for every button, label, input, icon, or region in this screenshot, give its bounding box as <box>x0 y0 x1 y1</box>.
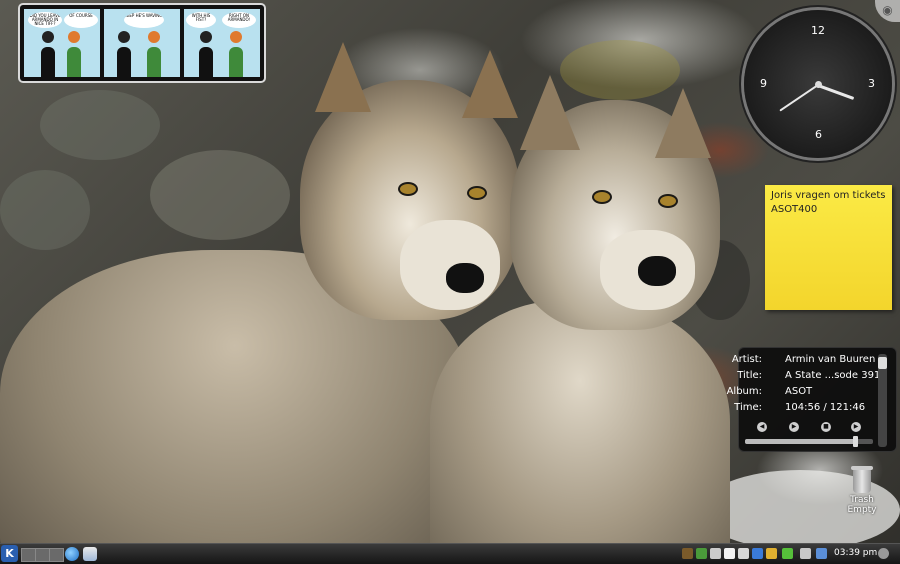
comic-character-head <box>200 31 212 43</box>
sticky-note-widget[interactable]: Joris vragen om tickets ASOT400 <box>765 185 892 310</box>
trash-label: Trash <box>850 495 874 505</box>
tray-network-icon[interactable] <box>696 548 707 559</box>
speech-bubble: BEEP HE'S WAVING! <box>124 12 164 28</box>
comic-character <box>147 47 161 77</box>
wolf-right-nose <box>638 256 676 286</box>
time-row: Time: 104:56 / 121:46 <box>734 401 879 415</box>
comic-character-head <box>230 31 242 43</box>
kmenu-button[interactable]: K <box>1 545 18 562</box>
wolf-right-eye <box>658 194 678 208</box>
comic-panel: BEEP HE'S WAVING! <box>104 9 180 77</box>
clock-numeral-3: 3 <box>868 77 875 90</box>
comic-character <box>117 47 131 77</box>
clock-numeral-12: 12 <box>811 24 825 37</box>
artist-value: Armin van Buuren <box>785 354 876 365</box>
stop-button[interactable]: ■ <box>821 422 831 432</box>
album-value: ASOT <box>785 386 813 397</box>
rock-patch <box>0 170 90 250</box>
wolf-left-ear <box>315 42 371 112</box>
toolbox-icon: ◉ <box>882 3 893 17</box>
next-button[interactable]: ▶ <box>851 422 861 432</box>
play-button[interactable]: ▶ <box>789 422 799 432</box>
comic-character-head <box>148 31 160 43</box>
tray-display-icon[interactable] <box>800 548 811 559</box>
wolf-right-ear <box>655 88 711 158</box>
next-icon: ▶ <box>853 423 859 430</box>
trash-status: Empty <box>847 505 877 515</box>
progress-fill <box>745 439 856 444</box>
artist-row: Artist: Armin van Buuren <box>732 353 879 367</box>
comic-strip-widget[interactable]: DID YOU LEAVE ARMANDO IN NICE TIFF? OF C… <box>20 5 264 81</box>
comic-character <box>67 47 81 77</box>
comic-character-head <box>42 31 54 43</box>
clock-center-pin <box>815 81 822 88</box>
wolf-left-muzzle <box>400 220 500 310</box>
title-row: Title: A State ...sode 391 <box>737 369 881 383</box>
wolf-right-ear <box>520 75 580 150</box>
tray-power-icon[interactable] <box>766 548 777 559</box>
volume-handle[interactable] <box>878 357 887 369</box>
clock-minute-hand <box>779 84 819 112</box>
wolf-right-eye <box>592 190 612 204</box>
speech-bubble: WITH HIS FIST? <box>186 12 216 28</box>
tray-computer-icon[interactable] <box>816 548 827 559</box>
title-label: Title: <box>737 370 762 381</box>
taskbar: K 03:39 pm <box>0 543 900 564</box>
album-row: Album: ASOT <box>727 385 879 399</box>
pager-desktop-1[interactable] <box>21 548 36 562</box>
note-line: Joris vragen om tickets <box>771 190 886 201</box>
comic-panel: WITH HIS FIST? RIGHT ON ARMANDO! <box>184 9 260 77</box>
track-progress-slider[interactable] <box>745 436 873 447</box>
volume-slider[interactable] <box>878 354 887 447</box>
wolf-left-eye <box>398 182 418 196</box>
tray-update-icon[interactable] <box>752 548 763 559</box>
progress-handle[interactable] <box>853 436 859 447</box>
taskbar-clock[interactable]: 03:39 pm <box>834 548 877 558</box>
tray-package-icon[interactable] <box>682 548 693 559</box>
tray-clipboard-icon[interactable] <box>724 548 735 559</box>
analog-clock-widget[interactable]: 12 3 6 9 <box>744 10 892 158</box>
comic-character-head <box>118 31 130 43</box>
previous-icon: ◀ <box>759 423 765 430</box>
rock-patch <box>150 150 290 240</box>
play-icon: ▶ <box>791 423 797 430</box>
tray-panel-toolbox-icon[interactable] <box>878 548 889 559</box>
speech-bubble: RIGHT ON ARMANDO! <box>222 12 256 28</box>
time-value: 104:56 / 121:46 <box>785 402 866 413</box>
pager-desktop-3[interactable] <box>49 548 64 562</box>
wolf-right-body <box>430 300 730 563</box>
clock-hour-hand <box>817 84 855 100</box>
clock-numeral-6: 6 <box>815 128 822 141</box>
browser-launcher-icon[interactable] <box>65 547 79 561</box>
comic-character <box>229 47 243 77</box>
comic-character <box>41 47 55 77</box>
rock-patch <box>40 90 160 160</box>
speech-bubble: OF COURSE <box>64 12 98 28</box>
comic-character-head <box>68 31 80 43</box>
speech-bubble: DID YOU LEAVE ARMANDO IN NICE TIFF? <box>28 12 62 28</box>
comic-panel: DID YOU LEAVE ARMANDO IN NICE TIFF? OF C… <box>24 9 100 77</box>
note-line: ASOT400 <box>771 204 818 215</box>
artist-label: Artist: <box>731 354 762 365</box>
comic-character <box>199 47 213 77</box>
now-playing-widget[interactable]: Artist: Armin van Buuren Title: A State … <box>727 347 897 452</box>
previous-button[interactable]: ◀ <box>757 422 767 432</box>
clock-numeral-9: 9 <box>760 77 767 90</box>
wolf-left-ear <box>462 50 518 118</box>
time-label: Time: <box>734 402 762 413</box>
file-manager-launcher-icon[interactable] <box>83 547 97 561</box>
trash-icon <box>851 466 873 493</box>
pager-desktop-2[interactable] <box>35 548 50 562</box>
stop-icon: ■ <box>823 423 829 430</box>
wolf-left-nose <box>446 263 484 293</box>
trash-widget[interactable]: Trash Empty <box>841 466 883 527</box>
tray-notes-icon[interactable] <box>738 548 749 559</box>
title-value: A State ...sode 391 <box>785 370 881 381</box>
tray-device-icon[interactable] <box>782 548 793 559</box>
tray-volume-icon[interactable] <box>710 548 721 559</box>
album-label: Album: <box>726 386 762 397</box>
wolf-left-eye <box>467 186 487 200</box>
